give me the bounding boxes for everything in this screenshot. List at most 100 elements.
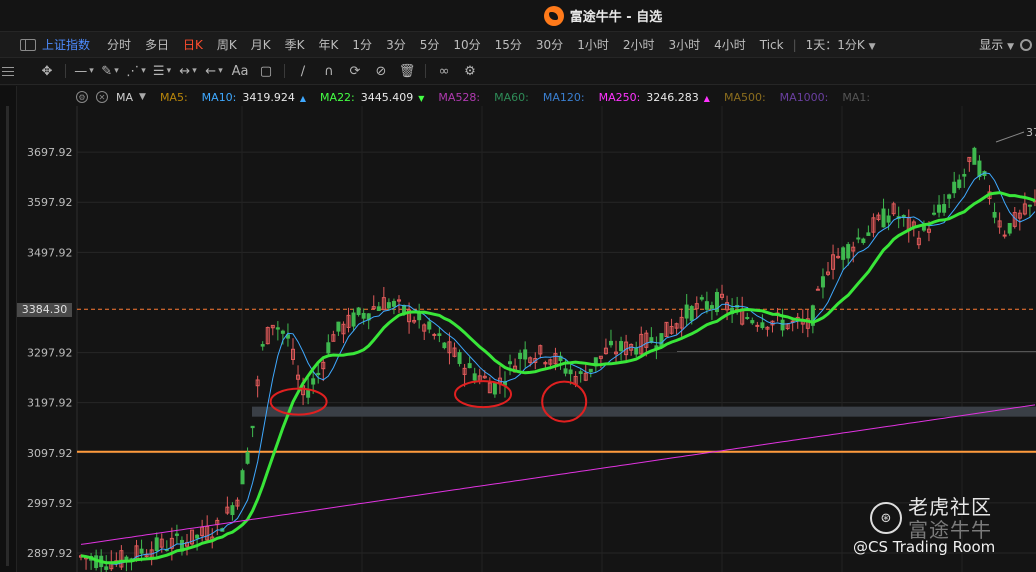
chevron-down-icon: ▼ <box>868 42 876 52</box>
indicator-name[interactable]: MA <box>116 91 133 104</box>
display-button[interactable]: 显示 ▼ <box>979 36 1014 53</box>
candle-body <box>942 204 947 213</box>
watermark-credit: @CS Trading Room <box>853 538 996 556</box>
legend-label: MA60: <box>494 90 529 104</box>
candle-body <box>760 322 765 329</box>
toolbar-divider: | <box>792 37 797 52</box>
arrow-tool-icon[interactable]: ← ▾ <box>204 61 224 81</box>
legend-item[interactable]: MA10: 3419.924 ▲ <box>202 91 306 104</box>
trash-icon[interactable]: 🗑 <box>397 61 417 81</box>
period-tab[interactable]: 季K <box>278 36 312 53</box>
link-icon[interactable]: ∞ <box>434 61 454 81</box>
legend-item[interactable]: MA22: 3445.409 ▼ <box>320 91 424 104</box>
drawing-toolbar: ✥ — ▾ ✎ ▾ ⋰ ▾ ☰ ▾ ↔ ▾ ← ▾ Aa ▢ ∕ ∩ ⟳ ⊘ 🗑 ∞ ⚙ <box>0 58 1036 85</box>
tiger-logo-icon: ⊛ <box>870 502 902 534</box>
period-tab[interactable]: 30分 <box>529 36 570 53</box>
left-sidebar-strip <box>0 86 17 572</box>
candle-body <box>250 425 255 429</box>
period-tab[interactable]: 日K <box>176 36 210 53</box>
sidebar-toggle-icon[interactable] <box>20 38 36 51</box>
legend-item[interactable]: MA500: <box>724 91 766 104</box>
period-tab[interactable]: 多日 <box>138 36 176 53</box>
fib-tool-icon[interactable]: ☰ ▾ <box>152 61 172 81</box>
legend-label: MA1: <box>842 90 871 104</box>
chevron-down-icon[interactable]: ▼ <box>139 92 146 102</box>
display-label: 显示 <box>979 38 1004 52</box>
legend-item[interactable]: MA1000: <box>780 91 829 104</box>
range-select[interactable]: 1天：1分K ▼ <box>799 36 883 53</box>
legend-item[interactable]: MA120: <box>543 91 585 104</box>
candle-body <box>432 333 437 336</box>
ma-legend: ⚙ ✕ MA ▼ MA5: MA10: 3419.924 ▲ MA22: 3445.409… <box>76 88 870 106</box>
peak-label: 37 <box>1026 126 1036 139</box>
period-tab[interactable]: 4小时 <box>707 36 753 53</box>
last-price-tag: 3384.30 <box>17 303 72 317</box>
legend-label: MA5: <box>159 90 188 104</box>
y-tick-label: 3597.92 <box>27 196 73 209</box>
brush-icon[interactable]: ∕ <box>293 61 313 81</box>
measure-icon[interactable]: ↔ ▾ <box>178 61 198 81</box>
candle-body <box>417 313 422 321</box>
candle-body <box>437 333 442 336</box>
period-tab[interactable]: Tick <box>753 38 791 52</box>
period-tab[interactable]: 3分 <box>379 36 413 53</box>
period-tab[interactable]: 周K <box>210 36 244 53</box>
legend-value: 3419.924 <box>242 90 295 104</box>
period-tab[interactable]: 3小时 <box>661 36 707 53</box>
legend-item[interactable]: MA5: <box>160 91 188 104</box>
text-tool-icon[interactable]: Aa <box>230 61 250 81</box>
futu-logo-icon <box>543 5 564 26</box>
period-tab[interactable]: 1小时 <box>570 36 616 53</box>
candle-body <box>588 368 593 373</box>
period-tab[interactable]: 分时 <box>100 36 138 53</box>
period-tab[interactable]: 5分 <box>413 36 447 53</box>
period-tab[interactable]: 年K <box>312 36 346 53</box>
close-icon[interactable]: ✕ <box>96 91 108 103</box>
line-tool-icon[interactable]: — ▾ <box>74 61 94 81</box>
legend-label: MA250: <box>598 90 641 104</box>
magnet-icon[interactable]: ∩ <box>319 61 339 81</box>
candle-body <box>932 212 937 215</box>
chevron-down-icon: ▾ <box>192 66 197 76</box>
crosshair-icon[interactable]: ✥ <box>37 61 57 81</box>
period-tab[interactable]: 10分 <box>446 36 487 53</box>
pen-tool-icon[interactable]: ✎ ▾ <box>100 61 120 81</box>
candle-body <box>275 327 280 330</box>
candle-body <box>659 333 664 348</box>
candle-body <box>937 204 942 213</box>
candle-body <box>780 319 785 331</box>
period-tab[interactable]: 1分 <box>345 36 379 53</box>
chevron-down-icon: ▾ <box>166 66 172 76</box>
candle-body <box>962 174 967 177</box>
multi-line-icon[interactable]: ⋰ ▾ <box>126 61 146 81</box>
legend-item[interactable]: MA528: <box>438 91 480 104</box>
note-icon[interactable]: ▢ <box>256 61 276 81</box>
candle-body <box>846 244 851 259</box>
period-tab[interactable]: 月K <box>244 36 278 53</box>
chevron-down-icon: ▾ <box>218 66 223 76</box>
settings-icon[interactable]: ⚙ <box>460 61 480 81</box>
hide-icon[interactable]: ⊘ <box>371 61 391 81</box>
left-scrollbar[interactable] <box>6 106 9 566</box>
menu-icon[interactable] <box>2 66 14 76</box>
watermark-line1: 老虎社区 <box>908 495 992 519</box>
legend-item[interactable]: MA1: <box>842 91 870 104</box>
gear-icon[interactable] <box>1020 38 1032 51</box>
candle-body <box>1002 234 1007 237</box>
candle-body <box>361 312 366 319</box>
legend-value: 3246.283 <box>646 90 699 104</box>
legend-item[interactable]: MA250: 3246.283 ▲ <box>599 91 710 104</box>
period-tab[interactable]: 2小时 <box>616 36 662 53</box>
candle-body <box>467 363 472 369</box>
candle-body <box>977 160 982 177</box>
sync-icon[interactable]: ⟳ <box>345 61 365 81</box>
chevron-down-icon: ▼ <box>1007 42 1014 52</box>
candle-body <box>356 307 361 316</box>
candle-body <box>619 341 624 352</box>
index-name[interactable]: 上证指数 <box>42 36 90 53</box>
candle-body <box>326 342 331 354</box>
legend-item[interactable]: MA60: <box>494 91 529 104</box>
settings-icon[interactable]: ⚙ <box>76 91 88 103</box>
period-tab[interactable]: 15分 <box>488 36 529 53</box>
tool-divider <box>425 64 426 78</box>
